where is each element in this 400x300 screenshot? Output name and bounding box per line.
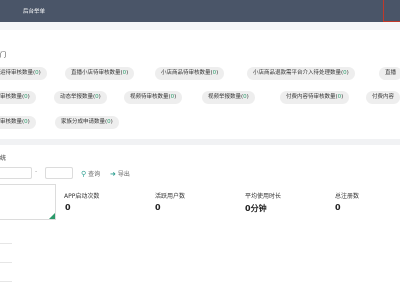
stat-value-avg-usage: 0分钟	[245, 204, 267, 213]
stat-label-avg-usage: 平均使用时长	[245, 193, 282, 200]
chip-paid-content-truncated[interactable]: 付费内容	[366, 91, 400, 104]
stat-value-total-registrations: 0	[335, 203, 341, 212]
selected-corner-marker	[49, 213, 55, 219]
start-date-input[interactable]	[0, 167, 32, 179]
chip-dynamic-audit-pending[interactable]: 审核数量(0)	[0, 91, 36, 104]
chart-gridline	[0, 281, 12, 282]
chart-gridline	[0, 243, 12, 244]
stats-section-title: 统	[0, 155, 7, 162]
top-bar: 后台举单	[0, 0, 400, 22]
date-separator: -	[35, 168, 38, 175]
page-title: 后台举单	[23, 9, 46, 15]
topbar-corner-button[interactable]	[383, 0, 400, 22]
audit-section-title: 门	[0, 52, 7, 59]
chip-audit-count[interactable]: 审核数量(0)	[0, 116, 36, 129]
end-date-input[interactable]	[45, 167, 73, 179]
search-button[interactable]: ⚲ 查询	[81, 169, 100, 179]
stat-label-app-launches: APP启动次数	[64, 193, 100, 200]
stats-card-selected[interactable]	[0, 184, 56, 220]
chip-live-shop-pending[interactable]: 直播小店待审核数量(0)	[65, 67, 135, 80]
stat-value-app-launches: 0	[65, 203, 71, 212]
chip-video-report[interactable]: 视频举报数量(0)	[202, 91, 255, 104]
chip-audit-pending[interactable]: 运待审核数量(0)	[0, 67, 47, 80]
export-icon: ➜	[110, 169, 116, 178]
chip-dynamic-report[interactable]: 动态举报数量(0)	[54, 91, 107, 104]
export-button[interactable]: ➜ 导出	[110, 169, 130, 179]
chip-refund-intervention-pending[interactable]: 小店商品退款需平台介入待处理数量(0)	[247, 67, 355, 80]
stat-label-active-users: 活跃用户数	[155, 193, 186, 200]
chip-shop-goods-pending[interactable]: 小店商品待审核数量(0)	[155, 67, 225, 80]
section-divider	[0, 139, 400, 145]
chart-gridline	[0, 262, 12, 263]
chip-family-share-apply[interactable]: 家族分成申请数量(0)	[55, 116, 119, 129]
search-icon: ⚲	[81, 169, 87, 178]
stat-label-total-registrations: 总注册数	[335, 193, 360, 200]
stat-value-active-users: 0	[155, 203, 161, 212]
breadcrumb-band	[0, 22, 400, 30]
chip-live-truncated[interactable]: 直播	[379, 67, 400, 80]
chip-paid-content-pending[interactable]: 付费内容待审核数量(0)	[280, 91, 350, 104]
chip-video-pending[interactable]: 视频待审核数量(0)	[124, 91, 183, 104]
